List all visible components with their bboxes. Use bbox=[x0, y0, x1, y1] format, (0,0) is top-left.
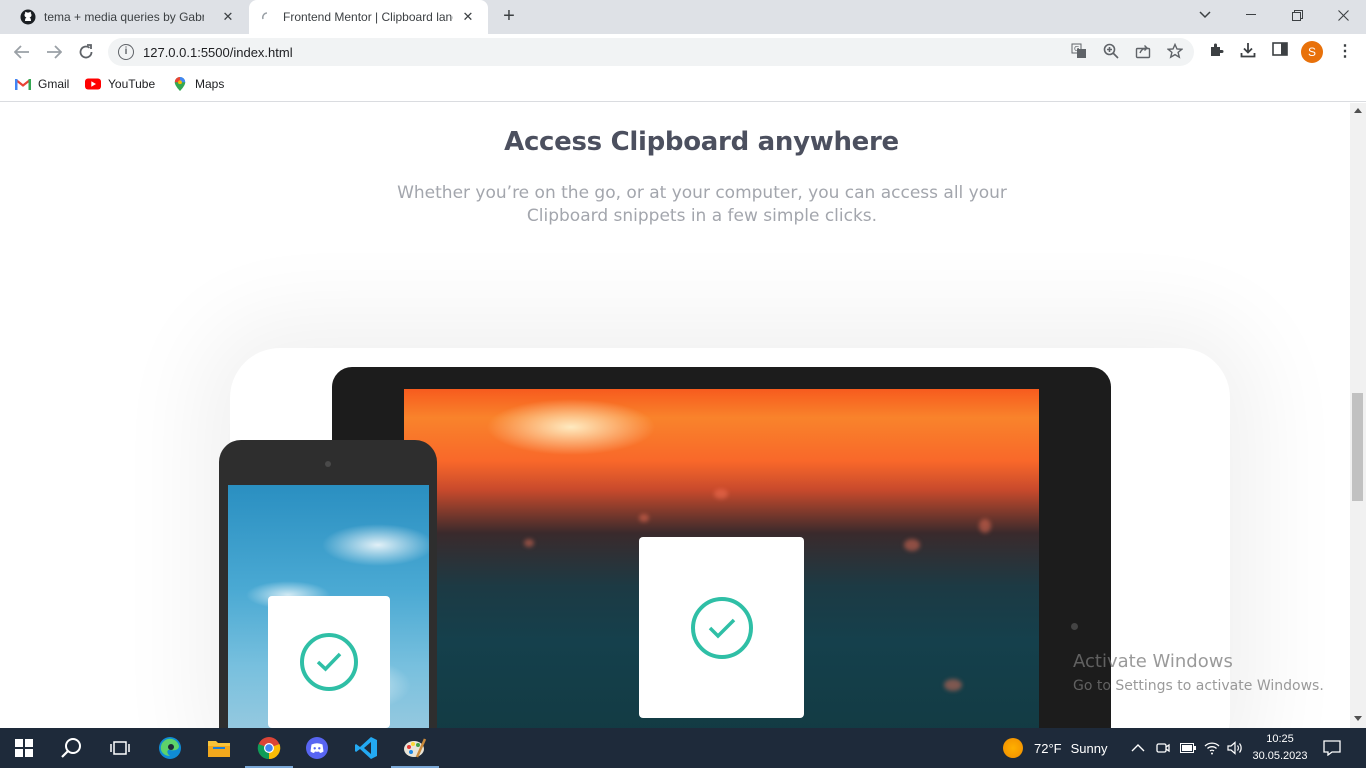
browser-menu-icon[interactable]: ⋮ bbox=[1337, 42, 1353, 62]
back-icon[interactable] bbox=[8, 38, 36, 66]
show-hidden-icons-icon[interactable] bbox=[1131, 728, 1145, 768]
sun-icon bbox=[1003, 738, 1023, 758]
tab-title: tema + media queries by Gabriel bbox=[44, 10, 204, 24]
clock-time: 10:25 bbox=[1266, 733, 1294, 745]
close-window-icon[interactable] bbox=[1320, 0, 1366, 30]
download-icon[interactable] bbox=[1237, 42, 1259, 62]
windows-taskbar: 72°F Sunny 10:25 30.05.2023 bbox=[0, 728, 1366, 768]
address-bar[interactable]: i 127.0.0.1:5500/index.html G bbox=[108, 38, 1194, 66]
tab-close-icon[interactable]: ✕ bbox=[460, 9, 476, 25]
bookmarks-bar: Gmail YouTube Maps bbox=[0, 70, 1366, 102]
phone-checkmark-card bbox=[268, 596, 390, 728]
chrome-icon[interactable] bbox=[245, 728, 293, 768]
weather-widget[interactable]: 72°F Sunny bbox=[1003, 728, 1107, 768]
extensions-icon[interactable] bbox=[1205, 42, 1227, 62]
watermark-subtitle: Go to Settings to activate Windows. bbox=[1073, 678, 1324, 694]
bookmark-label: YouTube bbox=[108, 77, 156, 91]
scroll-up-icon[interactable] bbox=[1354, 108, 1362, 113]
reload-icon[interactable] bbox=[72, 38, 100, 66]
tab-frontend-mentor[interactable]: Frontend Mentor | Clipboard landing ✕ bbox=[249, 0, 488, 34]
tab-title: Frontend Mentor | Clipboard landing bbox=[283, 10, 453, 24]
watermark-title: Activate Windows bbox=[1073, 651, 1233, 672]
meet-now-icon[interactable] bbox=[1156, 728, 1170, 768]
scrollbar-thumb[interactable] bbox=[1352, 393, 1363, 501]
tab-search-chevron-icon[interactable] bbox=[1182, 0, 1228, 30]
profile-avatar[interactable]: S bbox=[1301, 41, 1323, 63]
tab-github[interactable]: tema + media queries by Gabriel ✕ bbox=[8, 0, 248, 34]
volume-icon[interactable] bbox=[1227, 728, 1243, 768]
url-text[interactable]: 127.0.0.1:5500/index.html bbox=[143, 45, 293, 60]
checkmark-circle-icon bbox=[690, 596, 753, 659]
section-description: Whether you’re on the go, or at your com… bbox=[397, 183, 1007, 226]
search-icon[interactable] bbox=[48, 728, 96, 768]
bookmark-star-icon[interactable] bbox=[1165, 42, 1185, 61]
side-panel-icon[interactable] bbox=[1269, 42, 1291, 62]
windows-logo-icon bbox=[15, 739, 33, 757]
github-icon bbox=[20, 9, 36, 25]
browser-tab-strip: tema + media queries by Gabriel ✕ Fronte… bbox=[0, 0, 1366, 34]
discord-icon[interactable] bbox=[293, 728, 341, 768]
bookmark-youtube[interactable]: YouTube bbox=[85, 77, 155, 91]
youtube-icon bbox=[85, 78, 101, 90]
tablet-checkmark-card bbox=[639, 537, 804, 718]
bookmark-label: Gmail bbox=[38, 77, 70, 91]
share-icon[interactable] bbox=[1133, 43, 1153, 61]
page-viewport: Access Clipboard anywhere Whether you’re… bbox=[0, 103, 1350, 728]
start-button[interactable] bbox=[0, 728, 48, 768]
translate-icon[interactable]: G bbox=[1069, 43, 1089, 61]
vscode-icon[interactable] bbox=[342, 728, 390, 768]
loading-icon bbox=[262, 12, 268, 20]
activate-windows-watermark: Activate Windows Go to Settings to activ… bbox=[1073, 651, 1324, 694]
scroll-down-icon[interactable] bbox=[1354, 716, 1362, 721]
phone-camera bbox=[325, 461, 331, 467]
file-explorer-icon[interactable] bbox=[195, 728, 243, 768]
clock-date: 30.05.2023 bbox=[1252, 750, 1308, 762]
weather-temperature: 72°F bbox=[1034, 740, 1062, 756]
minimize-icon[interactable] bbox=[1228, 0, 1274, 30]
forward-icon[interactable] bbox=[40, 38, 68, 66]
notifications-icon[interactable] bbox=[1323, 728, 1341, 768]
checkmark-circle-icon bbox=[300, 633, 358, 691]
battery-icon[interactable] bbox=[1180, 728, 1196, 768]
bookmark-label: Maps bbox=[195, 77, 225, 91]
gmail-icon bbox=[15, 79, 31, 90]
tab-close-icon[interactable]: ✕ bbox=[220, 9, 236, 25]
new-tab-button[interactable]: + bbox=[497, 6, 521, 28]
system-clock[interactable]: 10:25 30.05.2023 bbox=[1249, 731, 1311, 765]
weather-condition: Sunny bbox=[1070, 740, 1108, 756]
bookmark-gmail[interactable]: Gmail bbox=[15, 77, 69, 91]
browser-toolbar: i 127.0.0.1:5500/index.html G S ⋮ bbox=[0, 34, 1366, 70]
maps-pin-icon bbox=[174, 77, 186, 91]
section-heading: Access Clipboard anywhere bbox=[504, 127, 899, 157]
task-view-icon[interactable] bbox=[96, 728, 144, 768]
edge-icon[interactable] bbox=[146, 728, 194, 768]
svg-text:G: G bbox=[1074, 45, 1079, 53]
restore-icon[interactable] bbox=[1274, 0, 1320, 30]
page-scrollbar[interactable] bbox=[1350, 103, 1366, 728]
zoom-icon[interactable] bbox=[1101, 43, 1121, 61]
tablet-camera bbox=[1071, 623, 1078, 630]
site-info-icon[interactable]: i bbox=[118, 44, 134, 60]
paint-icon[interactable] bbox=[391, 728, 439, 768]
wifi-icon[interactable] bbox=[1204, 728, 1220, 768]
bookmark-maps[interactable]: Maps bbox=[172, 77, 224, 91]
